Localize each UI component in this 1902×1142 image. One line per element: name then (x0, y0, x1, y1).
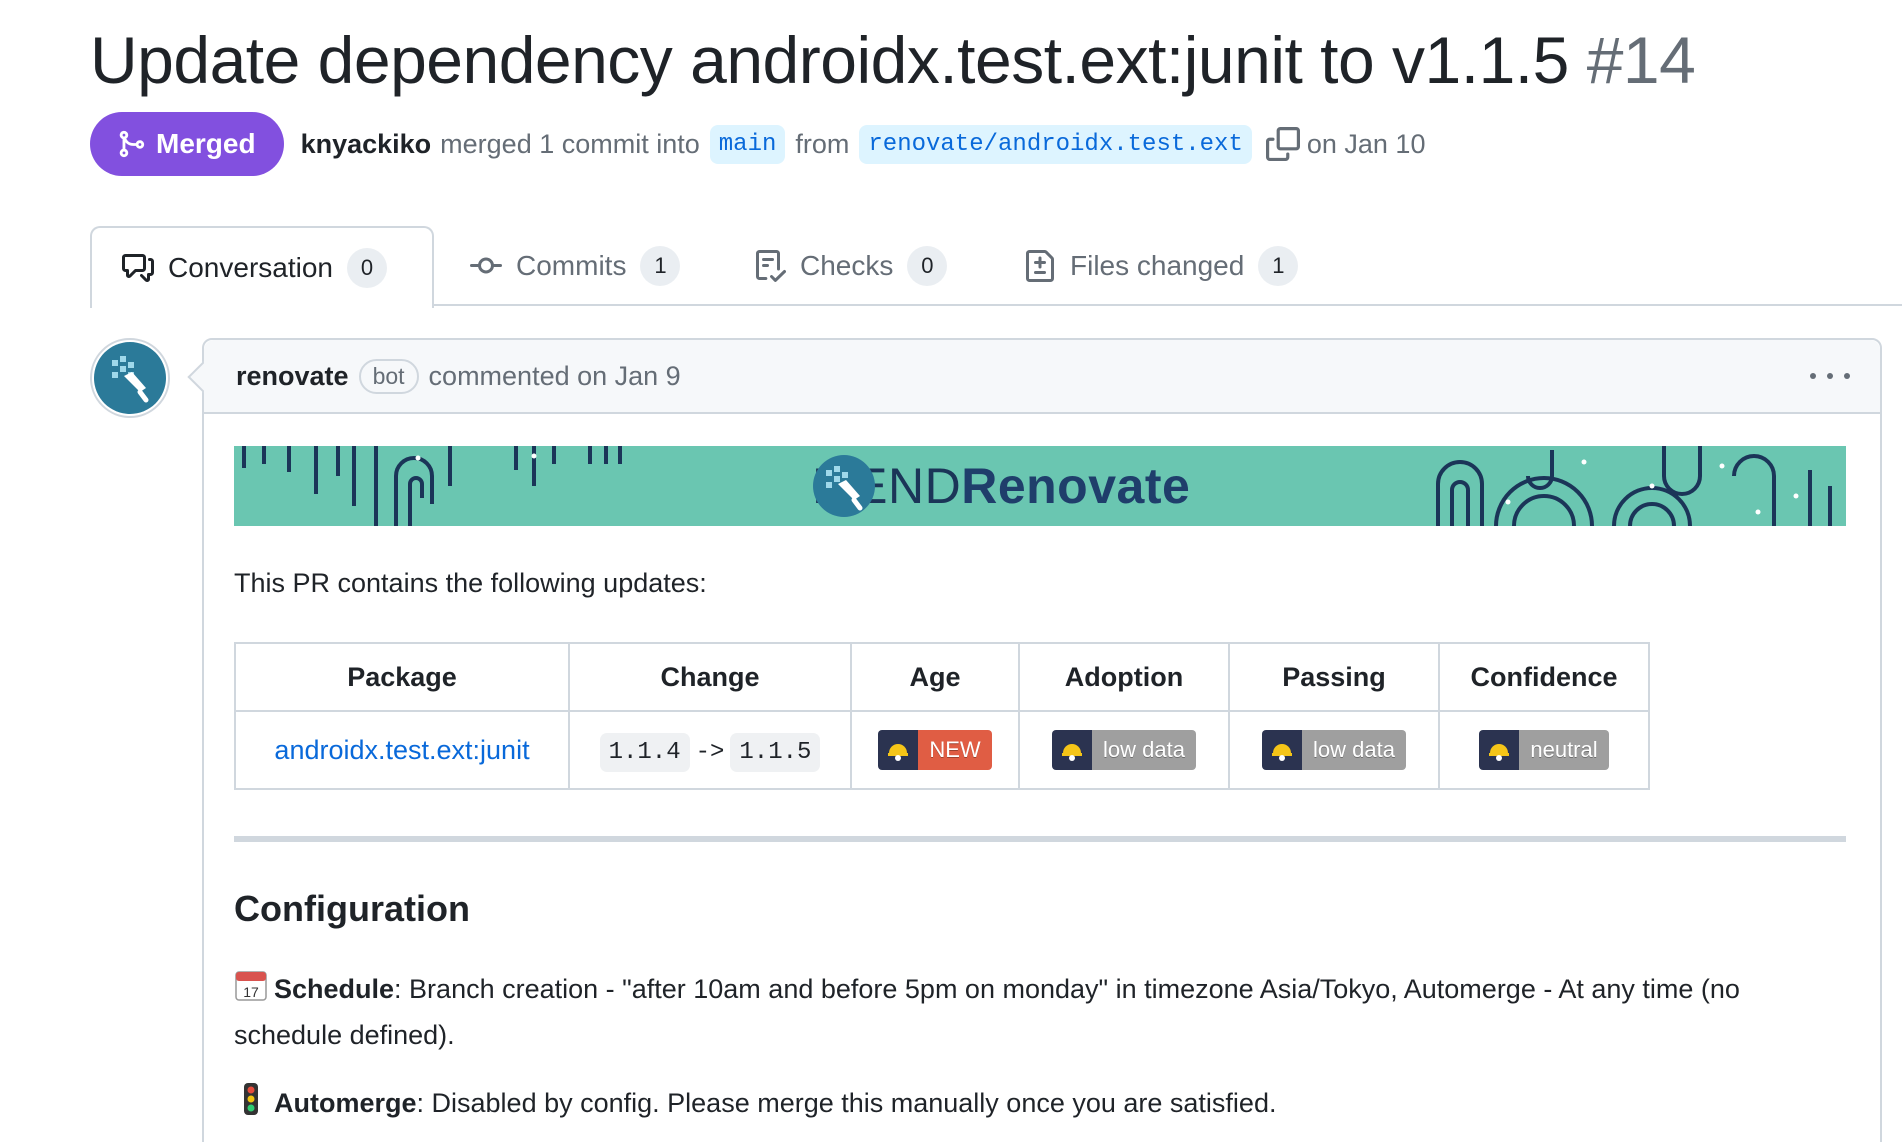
hardhat-icon (1489, 744, 1510, 761)
configuration-heading: Configuration (234, 888, 470, 929)
column-header-package: Package (234, 642, 570, 712)
automerge-text: : Disabled by config. Please merge this … (416, 1088, 1277, 1119)
comment-author[interactable]: renovate (236, 361, 349, 392)
pr-meta: Merged knyackiko merged 1 commit into ma… (90, 112, 1425, 176)
column-header-adoption: Adoption (1018, 642, 1230, 712)
merged-state-badge: Merged (90, 112, 284, 176)
schedule-text: : Branch creation - "after 10am and befo… (234, 974, 1740, 1050)
horizontal-rule (234, 836, 1846, 842)
tab-commits-count: 1 (640, 246, 681, 286)
avatar[interactable] (90, 338, 170, 418)
adoption-badge[interactable]: low data (1052, 730, 1196, 770)
tab-commits[interactable]: Commits 1 (470, 226, 681, 306)
pr-tabs: Conversation 0 Commits 1 Checks 0 Files … (90, 226, 1902, 308)
comment-options-icon[interactable] (1810, 358, 1850, 394)
traffic-light-icon (234, 1082, 268, 1128)
tab-files-changed-label: Files changed (1070, 250, 1245, 281)
base-branch[interactable]: main (709, 124, 786, 164)
tab-checks-count: 0 (907, 246, 948, 286)
version-arrow: -> (695, 739, 725, 766)
column-header-passing: Passing (1228, 642, 1440, 712)
package-link[interactable]: androidx.test.ext:junit (274, 735, 529, 765)
renovate-logo-icon (813, 455, 875, 517)
comment-meta[interactable]: commented on Jan 9 (429, 361, 681, 392)
merger-link[interactable]: knyackiko (301, 129, 432, 160)
passing-badge[interactable]: low data (1262, 730, 1406, 770)
checklist-icon (756, 250, 786, 282)
intro-text: This PR contains the following updates: (234, 568, 707, 598)
schedule-label: Schedule (274, 974, 395, 1005)
mend-renovate-logo: MENDRenovate (812, 454, 1190, 518)
column-header-change: Change (568, 642, 852, 712)
merge-action-text: merged 1 commit into (440, 128, 700, 159)
comment-box: renovate bot commented on Jan 9 MENDReno… (202, 338, 1882, 1142)
git-commit-icon (470, 257, 502, 274)
to-version: 1.1.5 (730, 733, 821, 772)
age-badge-text: NEW (918, 730, 992, 770)
bot-label: bot (358, 358, 419, 394)
schedule-paragraph: 17 Schedule: Branch creation - "after 10… (234, 968, 1854, 1056)
merge-date: on Jan 10 (1306, 128, 1426, 159)
tab-files-changed-count: 1 (1258, 246, 1299, 286)
calendar-icon: 17 (234, 968, 268, 1014)
head-branch[interactable]: renovate/androidx.test.ext (859, 124, 1252, 164)
git-merge-icon (119, 130, 145, 158)
comment-header: renovate bot commented on Jan 9 (204, 340, 1880, 414)
confidence-badge-text: neutral (1519, 730, 1609, 770)
automerge-label: Automerge (274, 1088, 417, 1119)
brand-right: Renovate (961, 458, 1191, 514)
from-text: from (795, 128, 850, 159)
tab-commits-label: Commits (516, 250, 627, 281)
hardhat-icon (1062, 744, 1083, 761)
column-header-age: Age (850, 642, 1020, 712)
adoption-badge-text: low data (1092, 730, 1196, 770)
hardhat-icon (1272, 744, 1293, 761)
hardhat-icon (888, 744, 909, 761)
age-badge[interactable]: NEW (878, 730, 992, 770)
tab-conversation-count: 0 (346, 248, 387, 288)
merged-state-label: Merged (156, 128, 256, 159)
renovate-logo-icon (112, 356, 149, 403)
tab-checks-label: Checks (800, 250, 894, 281)
tab-conversation[interactable]: Conversation 0 (90, 226, 434, 308)
tab-checks[interactable]: Checks 0 (754, 226, 948, 306)
automerge-paragraph: Automerge: Disabled by config. Please me… (234, 1082, 1854, 1128)
mend-renovate-banner: MENDRenovate (234, 446, 1846, 526)
column-header-confidence: Confidence (1438, 642, 1650, 712)
passing-badge-text: low data (1302, 730, 1406, 770)
copy-icon[interactable] (1265, 127, 1300, 161)
pr-title-text: Update dependency androidx.test.ext:juni… (90, 23, 1569, 97)
from-version: 1.1.4 (599, 733, 690, 772)
updates-table: Package Change Age Adoption Passing Conf… (234, 642, 1650, 790)
confidence-badge[interactable]: neutral (1479, 730, 1609, 770)
svg-text:17: 17 (243, 984, 259, 1000)
pr-title: Update dependency androidx.test.ext:juni… (90, 22, 1696, 98)
pr-number: #14 (1586, 23, 1696, 97)
comment-discussion-icon (122, 254, 154, 282)
file-diff-icon (1026, 250, 1054, 282)
tab-conversation-label: Conversation (168, 252, 333, 283)
table-row: androidx.test.ext:junit 1.1.4 -> 1.1.5 NEW… (234, 710, 1650, 790)
tab-files-changed[interactable]: Files changed 1 (1024, 226, 1299, 306)
table-header-row: Package Change Age Adoption Passing Conf… (234, 642, 1650, 712)
